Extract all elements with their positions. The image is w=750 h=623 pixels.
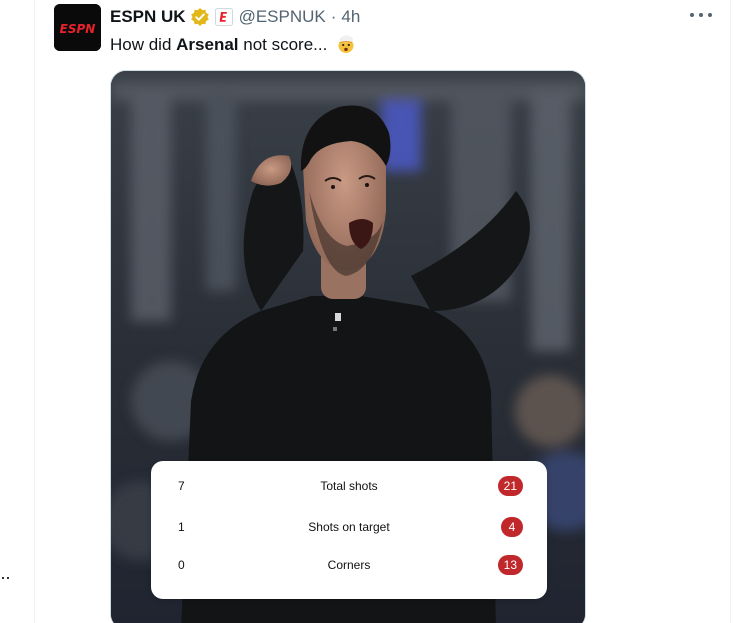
timeline-right-border [730,0,731,623]
tweet-timestamp[interactable]: 4h [341,7,360,27]
more-options-icon[interactable] [690,8,712,22]
exploding-head-emoji-icon [336,34,356,60]
tweet-header: ESPN UK @ESPNUK · 4h [110,6,360,28]
verified-badge-icon[interactable] [190,7,210,27]
tweet-text-prefix: How did [110,35,177,54]
separator-dot: · [330,7,337,26]
stat-home-value: 7 [178,479,185,493]
stat-home-value: 1 [178,520,185,534]
stat-row-shots-on-target: 1 Shots on target 4 [151,515,547,543]
tweet-media-image[interactable]: 7 Total shots 21 1 Shots on target 4 0 C… [110,70,586,623]
espn-affiliate-icon[interactable] [214,8,233,26]
stats-card: 7 Total shots 21 1 Shots on target 4 0 C… [151,461,547,599]
stat-label: Shots on target [308,520,390,534]
stat-label: Corners [327,558,371,572]
timeline-left-border [34,0,35,623]
avatar[interactable]: ESPN [54,4,101,51]
stat-label: Total shots [320,479,378,493]
author-handle[interactable]: @ESPNUK [239,7,326,27]
tweet-text: How did Arsenal not score... [110,34,356,60]
svg-text:ESPN: ESPN [60,22,96,36]
author-name[interactable]: ESPN UK [110,7,186,27]
more-dots-icon[interactable]: ·· [0,568,11,586]
tweet-text-suffix: not score... [238,35,328,54]
stat-away-badge: 4 [501,517,523,537]
stat-row-corners: 0 Corners 13 [151,553,547,581]
tweet-text-bold: Arsenal [176,35,239,54]
stat-away-badge: 21 [497,476,523,496]
stat-away-badge: 13 [497,555,523,575]
stat-row-total-shots: 7 Total shots 21 [151,474,547,502]
stat-home-value: 0 [178,558,185,572]
